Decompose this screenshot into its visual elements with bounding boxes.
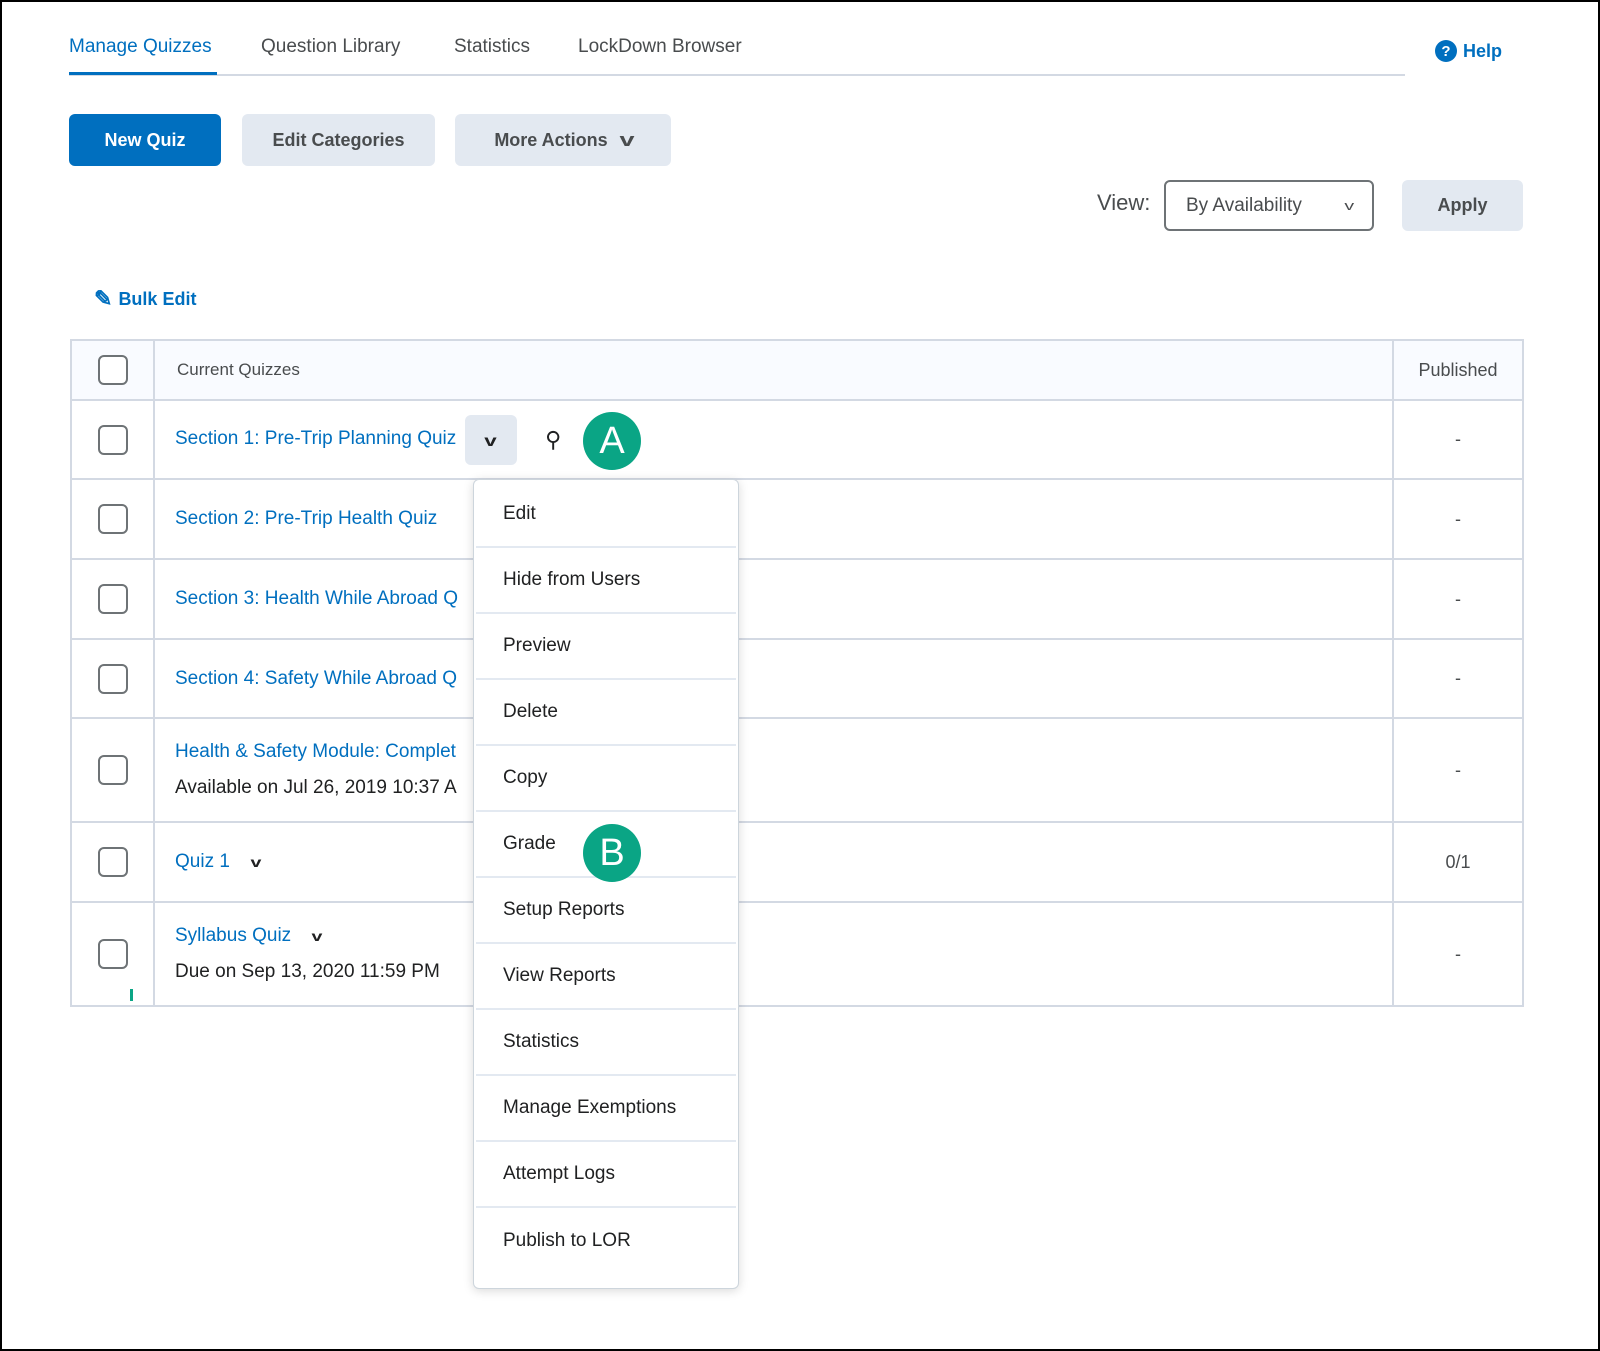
header-current-quizzes: Current Quizzes [153,339,1394,401]
row-checkbox[interactable] [97,584,128,614]
menu-item-setup-reports[interactable]: Setup Reports [476,878,736,944]
menu-item-attempt-logs[interactable]: Attempt Logs [476,1142,736,1208]
help-link[interactable]: ? Help [1435,40,1502,62]
quiz-actions-button[interactable]: v [464,414,517,465]
table-row: Syllabus Quiz v Due on Sep 13, 2020 11:59… [70,901,1524,1007]
published-value: - [1392,717,1524,823]
apply-button[interactable]: Apply [1402,180,1523,231]
quiz-link[interactable]: Syllabus Quiz [155,925,291,946]
menu-item-hide-from-users[interactable]: Hide from Users [476,548,736,614]
chevron-down-icon[interactable]: v [312,928,323,944]
menu-item-preview[interactable]: Preview [476,614,736,680]
quiz-actions-menu: Edit Hide from Users Preview Delete Copy… [473,479,739,1289]
tab-statistics[interactable]: Statistics [454,36,530,58]
chevron-down-icon[interactable]: v [250,854,261,870]
chevron-down-icon: v [484,432,497,450]
menu-item-copy[interactable]: Copy [476,746,736,812]
published-value: - [1392,478,1524,560]
quiz-link[interactable]: Section 3: Health While Abroad Q [155,588,458,609]
active-tab-indicator [69,72,217,75]
row-checkbox[interactable] [97,663,128,694]
row-checkbox[interactable] [97,847,128,877]
published-value: - [1392,558,1524,640]
pencil-icon: ✎ [94,286,113,311]
quiz-link[interactable]: Quiz 1 [155,851,230,872]
availability-text: Available on Jul 26, 2019 10:37 A [175,777,457,798]
chevron-down-icon: v [1343,198,1354,213]
row-checkbox[interactable] [97,504,128,534]
table-header: Current Quizzes Published [70,339,1524,401]
quizzes-table: Current Quizzes Published Section 1: Pre… [70,339,1524,1007]
menu-item-delete[interactable]: Delete [476,680,736,746]
focus-marker [130,989,133,1001]
table-row: Section 2: Pre-Trip Health Quiz - [70,478,1524,560]
table-row: Quiz 1 v 0/1 [70,821,1524,903]
published-value: - [1392,638,1524,719]
annotation-badge-b: B [583,824,641,882]
menu-item-statistics[interactable]: Statistics [476,1010,736,1076]
help-label: Help [1463,40,1503,61]
key-icon: ⚲ [545,426,562,452]
table-row: Section 3: Health While Abroad Q - [70,558,1524,640]
menu-item-view-reports[interactable]: View Reports [476,944,736,1010]
published-value: - [1392,399,1524,480]
row-checkbox[interactable] [97,939,128,969]
tab-lockdown-browser[interactable]: LockDown Browser [578,36,742,58]
row-checkbox[interactable] [97,424,128,455]
table-row: Health & Safety Module: Complet Availabl… [70,717,1524,823]
row-checkbox[interactable] [97,755,128,785]
chevron-down-icon: v [619,129,635,150]
question-circle-icon: ? [1435,40,1457,62]
bulk-edit-link[interactable]: ✎ Bulk Edit [94,286,196,312]
quiz-link[interactable]: Health & Safety Module: Complet [155,741,1392,763]
view-selected-value: By Availability [1186,194,1302,216]
quiz-link[interactable]: Section 1: Pre-Trip Planning Quiz [155,428,456,449]
more-actions-label: More Actions [494,129,608,150]
new-quiz-button[interactable]: New Quiz [69,114,221,166]
annotation-badge-a: A [583,412,641,470]
bulk-edit-label: Bulk Edit [118,288,197,309]
quiz-link[interactable]: Section 4: Safety While Abroad Q [155,668,457,689]
tab-divider [69,74,1405,76]
select-all-checkbox[interactable] [97,355,128,385]
header-published: Published [1392,339,1524,401]
view-label: View: [1097,190,1151,215]
table-row: Section 1: Pre-Trip Planning Quiz v ⚲ - [70,399,1524,480]
quiz-link[interactable]: Section 2: Pre-Trip Health Quiz [155,508,437,529]
published-value: - [1392,901,1524,1007]
tab-question-library[interactable]: Question Library [261,36,400,58]
published-value: 0/1 [1392,821,1524,903]
view-select[interactable]: By Availability v [1164,180,1374,231]
menu-item-publish-to-lor[interactable]: Publish to LOR [476,1208,736,1274]
table-row: Section 4: Safety While Abroad Q - [70,638,1524,719]
menu-item-edit[interactable]: Edit [476,482,736,548]
edit-categories-button[interactable]: Edit Categories [242,114,435,166]
tab-manage-quizzes[interactable]: Manage Quizzes [69,36,212,58]
menu-item-manage-exemptions[interactable]: Manage Exemptions [476,1076,736,1142]
more-actions-button[interactable]: More Actions v [455,114,671,166]
due-date-text: Due on Sep 13, 2020 11:59 PM [175,961,440,982]
